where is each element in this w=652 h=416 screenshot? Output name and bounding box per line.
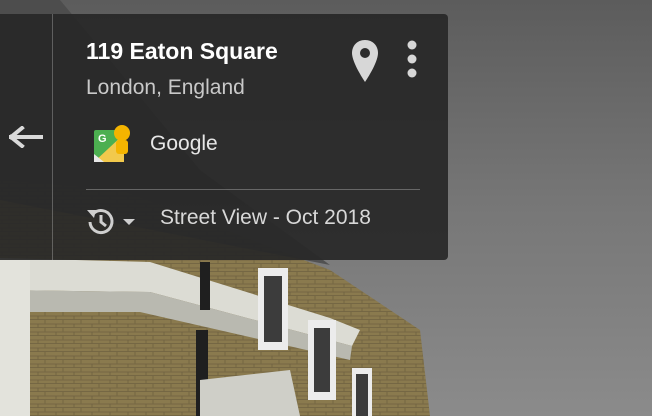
provider-name: Google xyxy=(150,132,218,155)
vertical-divider xyxy=(52,14,53,260)
imagery-date: Street View - Oct 2018 xyxy=(160,206,371,229)
caret-down-icon xyxy=(123,219,135,225)
street-view-scene[interactable]: 119 Eaton Square London, England G Googl… xyxy=(0,0,652,416)
more-options-button[interactable] xyxy=(400,40,424,80)
imagery-provider: G Google xyxy=(92,124,218,164)
back-button[interactable] xyxy=(0,14,52,260)
map-pin-icon xyxy=(352,40,378,82)
more-vertical-icon xyxy=(407,40,417,78)
time-travel-button[interactable] xyxy=(84,204,144,240)
place-title: 119 Eaton Square xyxy=(86,38,278,64)
google-street-view-icon: G xyxy=(94,125,130,162)
place-subtitle: London, England xyxy=(86,76,245,99)
horizontal-divider xyxy=(86,189,420,190)
svg-text:G: G xyxy=(98,133,107,145)
history-clock-icon xyxy=(87,209,114,235)
place-info-panel: 119 Eaton Square London, England G Googl… xyxy=(0,14,448,260)
back-arrow-icon xyxy=(9,126,43,148)
show-on-map-button[interactable] xyxy=(350,38,380,84)
